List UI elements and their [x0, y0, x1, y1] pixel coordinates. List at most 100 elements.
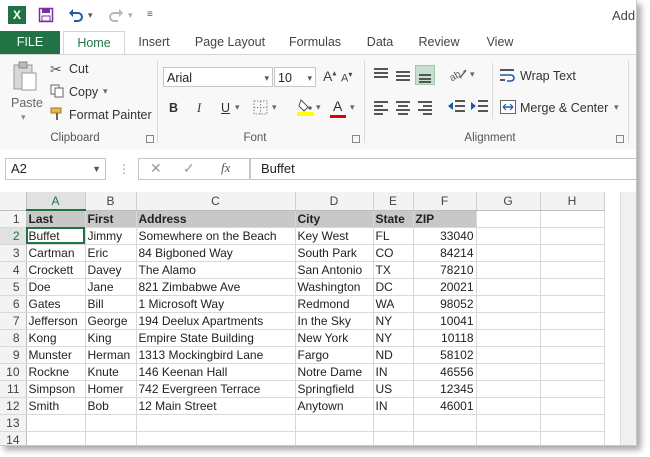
- cell[interactable]: [85, 414, 137, 432]
- fill-color-dropdown-icon[interactable]: ▾: [316, 102, 321, 113]
- row-header[interactable]: 11: [0, 380, 27, 398]
- borders-dropdown-icon[interactable]: ▾: [272, 102, 277, 113]
- select-all-corner[interactable]: [0, 192, 27, 211]
- decrease-font-icon[interactable]: A▾: [341, 70, 352, 85]
- cell[interactable]: TX: [373, 261, 414, 279]
- cell[interactable]: Cartman: [26, 244, 86, 262]
- increase-indent-icon[interactable]: [470, 99, 488, 116]
- row-header[interactable]: 12: [0, 397, 27, 415]
- cell[interactable]: [540, 278, 605, 296]
- cell[interactable]: Empire State Building: [136, 329, 296, 347]
- merge-center-button[interactable]: Merge & Center: [520, 101, 608, 115]
- cell[interactable]: 821 Zimbabwe Ave: [136, 278, 296, 296]
- cell[interactable]: Bob: [85, 397, 137, 415]
- cell[interactable]: [476, 295, 541, 313]
- orientation-dropdown-icon[interactable]: ▾: [470, 69, 475, 80]
- tab-file[interactable]: FILE: [0, 31, 60, 54]
- cell[interactable]: Eric: [85, 244, 137, 262]
- cell[interactable]: [413, 414, 477, 432]
- cell[interactable]: [540, 380, 605, 398]
- customize-toolbar-icon[interactable]: ≡: [147, 7, 153, 23]
- cell[interactable]: [85, 431, 137, 445]
- row-header[interactable]: 3: [0, 244, 27, 262]
- wrap-text-button[interactable]: Wrap Text: [520, 69, 576, 83]
- cut-button[interactable]: Cut: [69, 62, 88, 76]
- cell[interactable]: [26, 414, 86, 432]
- cell[interactable]: ND: [373, 346, 414, 364]
- cell[interactable]: [136, 431, 296, 445]
- cell[interactable]: [540, 431, 605, 445]
- cell[interactable]: San Antonio: [295, 261, 374, 279]
- column-header-g[interactable]: G: [476, 192, 541, 211]
- decrease-indent-icon[interactable]: [447, 99, 465, 116]
- undo-icon[interactable]: [68, 7, 84, 27]
- header-cell[interactable]: City: [295, 210, 374, 228]
- font-color-dropdown-icon[interactable]: ▾: [350, 102, 355, 113]
- row-header[interactable]: 8: [0, 329, 27, 347]
- row-header[interactable]: 13: [0, 414, 27, 432]
- paste-button[interactable]: Paste: [11, 96, 43, 110]
- cell[interactable]: Bill: [85, 295, 137, 313]
- format-painter-button[interactable]: Format Painter: [69, 108, 152, 122]
- cell[interactable]: 46001: [413, 397, 477, 415]
- cancel-icon[interactable]: ✕: [150, 160, 162, 177]
- tab-data[interactable]: Data: [360, 31, 400, 54]
- cell[interactable]: Key West: [295, 227, 374, 245]
- font-launcher-icon[interactable]: [352, 135, 360, 143]
- active-cell[interactable]: Buffet: [26, 227, 86, 245]
- cell[interactable]: [413, 431, 477, 445]
- align-right-icon[interactable]: [415, 97, 435, 117]
- cell[interactable]: 46556: [413, 363, 477, 381]
- merge-center-dropdown-icon[interactable]: ▾: [614, 102, 619, 113]
- cell[interactable]: WA: [373, 295, 414, 313]
- header-cell[interactable]: Last: [26, 210, 86, 228]
- cell[interactable]: [476, 278, 541, 296]
- cell[interactable]: 742 Evergreen Terrace: [136, 380, 296, 398]
- cell[interactable]: 33040: [413, 227, 477, 245]
- undo-dropdown-icon[interactable]: ▾: [88, 7, 93, 23]
- tab-formulas[interactable]: Formulas: [282, 31, 348, 54]
- cell[interactable]: Somewhere on the Beach: [136, 227, 296, 245]
- cell[interactable]: [540, 363, 605, 381]
- cell[interactable]: Crockett: [26, 261, 86, 279]
- cell[interactable]: [373, 414, 414, 432]
- cell[interactable]: Kong: [26, 329, 86, 347]
- cell[interactable]: NY: [373, 312, 414, 330]
- cell[interactable]: [476, 363, 541, 381]
- cell[interactable]: [540, 295, 605, 313]
- cell[interactable]: [540, 210, 605, 228]
- font-name-field[interactable]: Arial ▾: [163, 67, 273, 87]
- cell[interactable]: [136, 414, 296, 432]
- cell[interactable]: CO: [373, 244, 414, 262]
- row-header[interactable]: 9: [0, 346, 27, 364]
- cell[interactable]: Washington: [295, 278, 374, 296]
- cell[interactable]: [540, 244, 605, 262]
- cell[interactable]: 84214: [413, 244, 477, 262]
- vertical-scrollbar[interactable]: [620, 192, 636, 445]
- cell[interactable]: South Park: [295, 244, 374, 262]
- excel-app-icon[interactable]: X: [8, 6, 26, 24]
- top-align-icon[interactable]: [371, 65, 391, 85]
- cell[interactable]: Smith: [26, 397, 86, 415]
- column-header-e[interactable]: E: [373, 192, 414, 211]
- paste-dropdown-icon[interactable]: ▾: [21, 112, 26, 123]
- paste-icon[interactable]: [12, 61, 38, 96]
- tab-page-layout[interactable]: Page Layout: [188, 31, 272, 54]
- cell[interactable]: Davey: [85, 261, 137, 279]
- cell[interactable]: 12345: [413, 380, 477, 398]
- cell[interactable]: Doe: [26, 278, 86, 296]
- header-cell[interactable]: State: [373, 210, 414, 228]
- row-header[interactable]: 10: [0, 363, 27, 381]
- enter-icon[interactable]: ✓: [183, 160, 195, 177]
- header-cell[interactable]: ZIP: [413, 210, 477, 228]
- cell[interactable]: Jimmy: [85, 227, 137, 245]
- cell[interactable]: 1 Microsoft Way: [136, 295, 296, 313]
- cell[interactable]: Redmond: [295, 295, 374, 313]
- copy-button[interactable]: Copy: [69, 85, 98, 99]
- align-left-icon[interactable]: [371, 97, 391, 117]
- cell[interactable]: Anytown: [295, 397, 374, 415]
- column-header-d[interactable]: D: [295, 192, 374, 211]
- alignment-launcher-icon[interactable]: [616, 135, 624, 143]
- cell[interactable]: Munster: [26, 346, 86, 364]
- header-cell[interactable]: First: [85, 210, 137, 228]
